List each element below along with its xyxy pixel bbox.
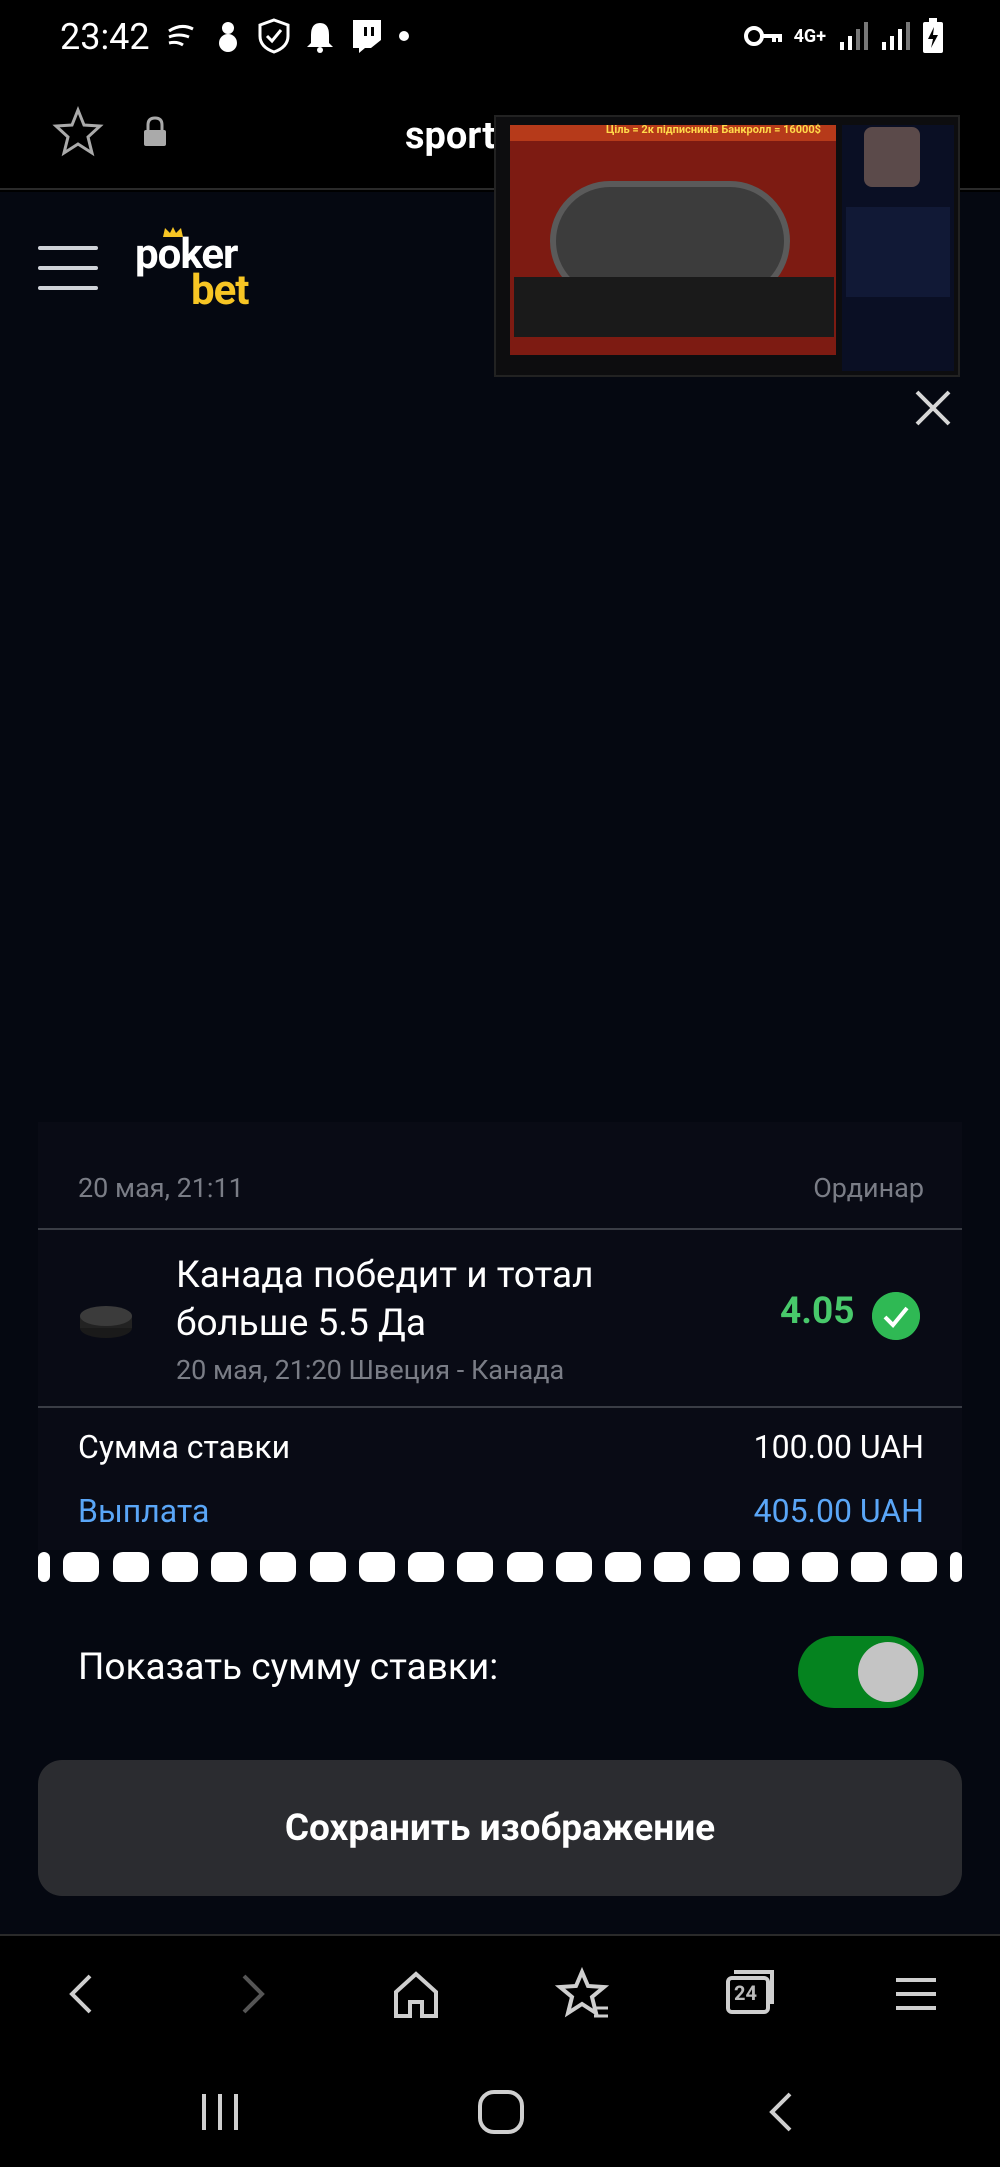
video-overlay-text: Ціль = 2к підписників Банкролл = 16000$ [606,123,821,136]
bet-event-row: Канада победит и тотал больше 5.5 Да 20 … [38,1230,962,1408]
shield-icon [258,18,290,54]
forward-icon[interactable] [222,1964,282,2024]
stake-value: 100.00 UAH [753,1428,924,1466]
payout-label: Выплата [78,1492,210,1530]
status-time: 23:42 [60,16,150,58]
dot-icon [399,31,409,41]
event-subtitle: 20 мая, 21:20 Швеция - Канада [176,1354,565,1386]
bet-card: 20 мая, 21:11 Ординар Канада победит и т… [38,1122,962,1586]
save-image-button[interactable]: Сохранить изображение [38,1760,962,1896]
browser-menu-icon[interactable] [886,1964,946,2024]
pokerbet-logo[interactable]: poker bet [135,227,265,315]
battery-icon [923,18,943,53]
action-panel [514,277,834,337]
pip-video-player[interactable]: Ціль = 2к підписників Банкролл = 16000$ [494,115,960,377]
browser-toolbar: 24 [0,1934,1000,2050]
bell-icon [307,23,333,53]
toggle-knob [858,1642,918,1702]
logo-text-bottom: bet [191,266,250,315]
stake-label: Сумма ставки [78,1428,291,1466]
network-type: 4G+ [793,25,826,47]
system-navigation-bar [0,2050,1000,2167]
odds-value: 4.05 [780,1290,855,1333]
recent-apps-icon[interactable] [196,2090,246,2134]
bet-type: Ординар [813,1172,924,1204]
show-stake-label: Показать сумму ставки: [78,1646,499,1689]
wind-icon [168,24,194,47]
status-bar: 23:42 4G+ [0,0,1000,78]
notification-icons [165,18,411,54]
livechat-box [846,207,950,297]
twitch-icon [353,20,381,53]
payout-value: 405.00 UAH [753,1492,924,1530]
snowman-icon [219,22,237,52]
home-button-icon[interactable] [476,2090,526,2134]
show-stake-toggle[interactable] [798,1636,924,1708]
bookmarks-icon[interactable] [554,1964,614,2024]
tab-count: 24 [734,1981,757,2005]
checkmark-icon [872,1292,920,1340]
hockey-puck-icon [80,1306,132,1338]
signal-icon-2 [882,22,910,50]
close-icon[interactable] [913,388,953,428]
ticket-perforation [38,1550,962,1586]
system-icons: 4G+ [743,18,944,54]
home-icon[interactable] [386,1964,446,2024]
key-icon [743,26,782,46]
bet-card-header: 20 мая, 21:11 Ординар [38,1122,962,1230]
streamer-webcam [864,127,920,187]
url-text[interactable]: sport [405,114,495,158]
bet-date: 20 мая, 21:11 [78,1172,244,1204]
back-icon[interactable] [52,1964,112,2024]
event-title: Канада победит и тотал больше 5.5 Да [176,1254,594,1345]
bookmark-star-icon[interactable] [52,106,104,158]
lock-icon [144,116,166,146]
signal-icon-1 [840,22,868,50]
menu-icon[interactable] [38,246,98,290]
nav-back-icon[interactable] [760,2090,800,2134]
